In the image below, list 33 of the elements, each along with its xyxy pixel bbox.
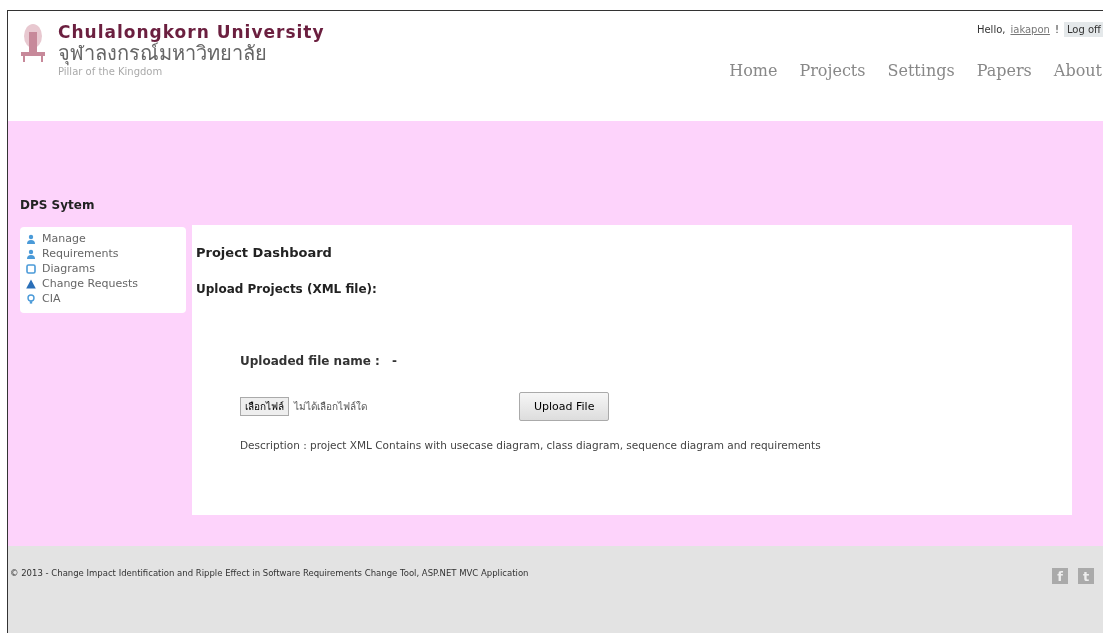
user-icon — [26, 248, 36, 259]
sidebar-item[interactable]: Change Requests — [26, 277, 186, 290]
nav-link[interactable]: Projects — [799, 61, 866, 80]
tagline: Pillar of the Kingdom — [58, 66, 164, 77]
diagram-icon — [26, 263, 36, 274]
university-name: Chulalongkorn University — [58, 22, 325, 42]
exclamation: ! — [1054, 24, 1059, 35]
sidebar-item[interactable]: CIA — [26, 292, 186, 305]
footer-text: © 2013 - Change Impact Identification and Ripple Effect in Software Requirements Change Tool, ASP.NET MVC Application — [10, 568, 529, 578]
sidebar-item[interactable]: Manage — [26, 232, 186, 245]
choose-file-button[interactable]: เลือกไฟล์ — [240, 397, 289, 416]
nav-link[interactable]: Home — [729, 61, 778, 80]
greeting: Hello, — [976, 24, 1006, 35]
description: Description : project XML Contains with usecase diagram, class diagram, sequence diagram and requirements — [240, 439, 822, 451]
page-title: Project Dashboard — [196, 245, 333, 260]
user-icon — [26, 233, 36, 244]
sidebar-item[interactable]: Diagrams — [26, 262, 186, 275]
section-heading: Upload Projects (XML file): — [196, 282, 378, 296]
bulb-icon — [26, 293, 36, 304]
username-link[interactable]: iakapon — [1010, 24, 1050, 35]
logoff-button[interactable]: Log off — [1063, 22, 1103, 37]
sidebar-item[interactable]: Requirements — [26, 247, 186, 260]
nav-link[interactable]: Settings — [887, 61, 955, 80]
file-name-label: Uploaded file name : — [240, 354, 380, 368]
university-emblem-icon — [18, 22, 48, 64]
upload-button[interactable]: Upload File — [519, 392, 610, 421]
warning-icon — [26, 278, 36, 289]
nav-link[interactable]: Papers — [976, 61, 1032, 80]
file-name-value: - — [391, 354, 397, 368]
no-file-text: ไม่ได้เลือกไฟล์ใด — [294, 400, 368, 414]
sidebar-title: DPS Sytem — [20, 198, 96, 212]
university-name-thai: จุฬาลงกรณ์มหาวิทยาลัย — [58, 42, 267, 64]
nav-link[interactable]: About — [1053, 61, 1102, 80]
